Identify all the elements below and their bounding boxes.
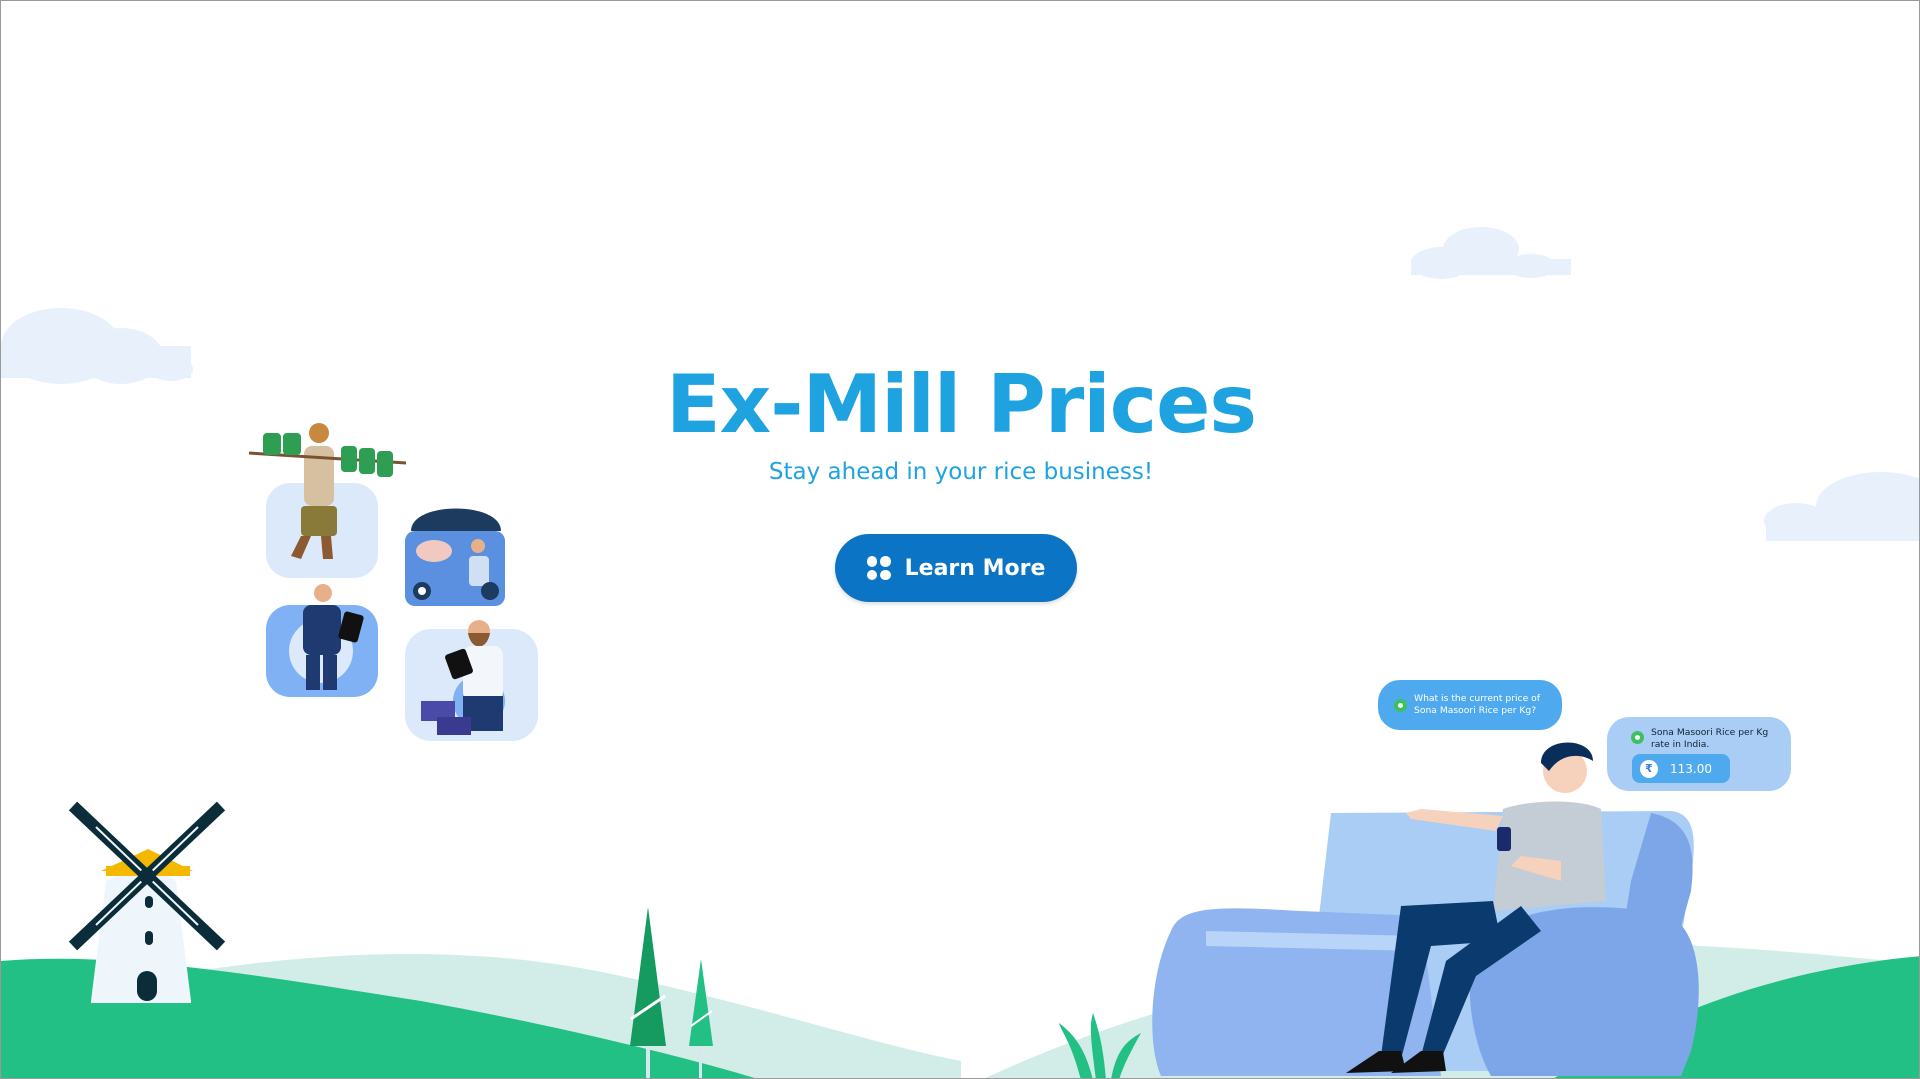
hero-section: Ex-Mill Prices Stay ahead in your rice b…: [1, 358, 1919, 486]
price-pill: ₹ 113.00: [1632, 754, 1730, 783]
page-subtitle: Stay ahead in your rice business!: [768, 459, 1154, 485]
cloud-top-right: [1411, 227, 1571, 279]
learn-more-label: Learn More: [904, 555, 1046, 581]
whatsapp-icon: [1631, 731, 1644, 744]
chat-question-bubble: What is the current price of Sona Masoor…: [1378, 680, 1562, 730]
chat-answer-bubble: Sona Masoori Rice per Kg rate in India. …: [1607, 717, 1791, 791]
whatsapp-icon: [1394, 699, 1407, 712]
chat-question-text: What is the current price of Sona Masoor…: [1414, 693, 1541, 716]
chat-answer-text: Sona Masoori Rice per Kg rate in India.: [1651, 727, 1769, 750]
price-value: 113.00: [1670, 761, 1712, 776]
learn-more-button[interactable]: Learn More: [835, 534, 1077, 602]
page-title: Ex-Mill Prices: [666, 358, 1257, 451]
page-frame: Ex-Mill Prices Stay ahead in your rice b…: [0, 0, 1920, 1079]
grid-dots-icon: [866, 556, 891, 580]
man-on-sofa: [1152, 742, 1699, 1076]
rupee-icon: ₹: [1640, 759, 1658, 778]
